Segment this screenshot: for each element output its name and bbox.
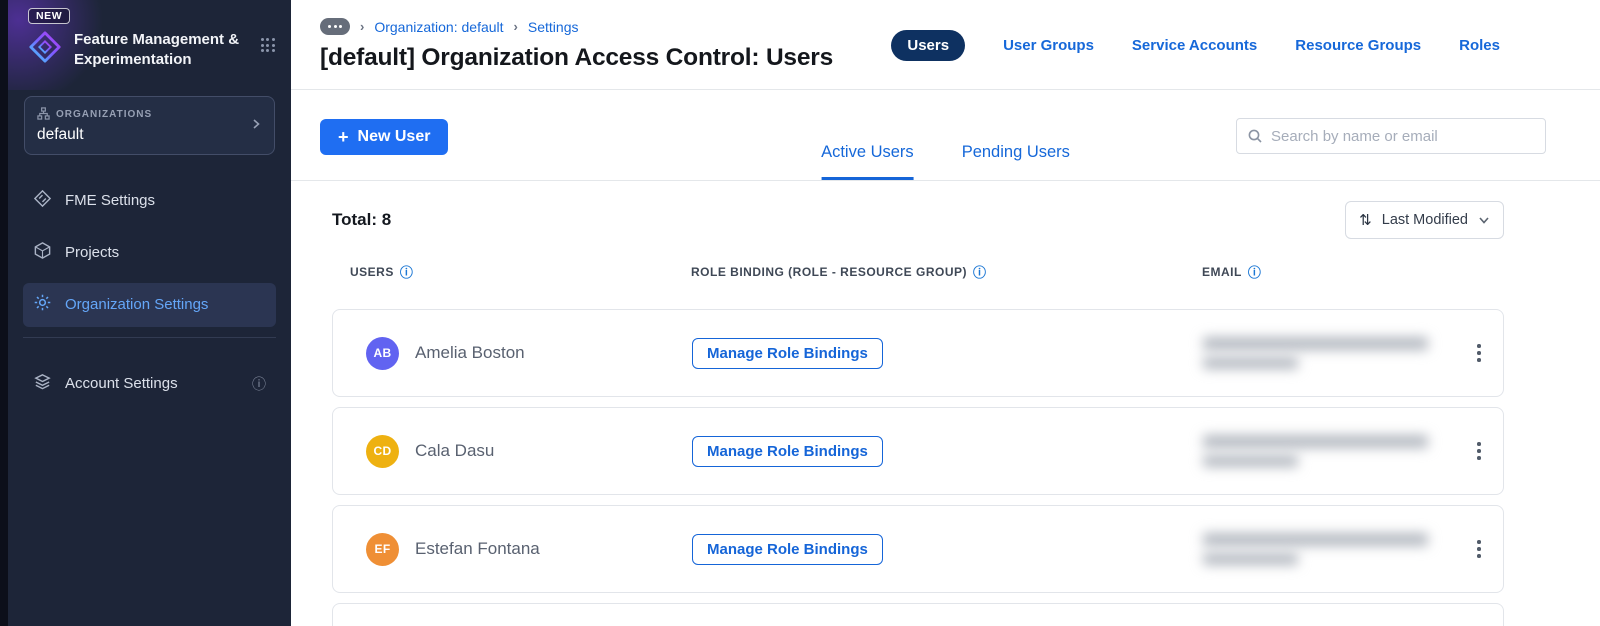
user-name: Amelia Boston [415, 343, 525, 362]
sidebar-item-fme-settings[interactable]: FME Settings [23, 179, 276, 223]
avatar: EF [366, 532, 399, 566]
search-icon [1248, 129, 1262, 143]
table-row-partial [332, 603, 1504, 626]
kebab-menu-icon[interactable] [1471, 534, 1487, 564]
window-edge-strip [0, 0, 8, 626]
chevron-down-icon [1479, 217, 1489, 224]
kebab-menu-icon[interactable] [1471, 338, 1487, 368]
user-name: Estefan Fontana [415, 539, 540, 558]
projects-icon [33, 241, 52, 264]
sidebar-item-account-settings[interactable]: Account Settings ⓘ [23, 362, 276, 406]
sort-dropdown-value: Last Modified [1381, 212, 1468, 228]
toolbar: + New User Active Users Pending Users [291, 90, 1600, 181]
chevron-right-icon: › [360, 19, 365, 34]
email-redacted [1203, 337, 1455, 369]
layers-icon [33, 372, 52, 395]
tab-pending-users[interactable]: Pending Users [962, 143, 1070, 180]
app-title: Feature Management & Experimentation [74, 31, 240, 68]
sidebar-item-label: Organization Settings [65, 296, 209, 314]
sidebar-item-organization-settings[interactable]: Organization Settings [23, 282, 276, 327]
table-row: CD Cala Dasu Manage Role Bindings [332, 407, 1504, 495]
sidebar-divider [23, 336, 276, 338]
sidebar-header: NEW Feature Management & Experimentation [8, 0, 291, 86]
sidebar-item-projects[interactable]: Projects [23, 231, 276, 275]
manage-role-bindings-button[interactable]: Manage Role Bindings [692, 337, 883, 369]
avatar: CD [366, 434, 399, 468]
column-header-role-binding: ROLE BINDING (ROLE - RESOURCE GROUP) [691, 265, 968, 279]
info-icon[interactable]: ⓘ [252, 377, 266, 391]
info-icon[interactable]: ⓘ [400, 266, 414, 279]
org-selector-value: default [37, 125, 84, 143]
sidebar-nav: FME Settings Projects Organization Setti… [8, 179, 291, 327]
sidebar-item-label: FME Settings [65, 192, 156, 210]
manage-role-bindings-button[interactable]: Manage Role Bindings [692, 435, 883, 467]
user-name: Cala Dasu [415, 441, 495, 460]
table-row: EF Estefan Fontana Manage Role Bindings [332, 505, 1504, 593]
org-selector-label: ORGANIZATIONS [56, 109, 153, 121]
organization-selector[interactable]: ORGANIZATIONS default [24, 95, 275, 155]
email-redacted [1203, 435, 1455, 467]
main-content: › Organization: default › Settings [defa… [291, 0, 1600, 626]
tab-active-users[interactable]: Active Users [821, 143, 914, 180]
breadcrumb-ellipsis-icon[interactable] [320, 18, 350, 35]
email-redacted [1203, 533, 1455, 565]
plus-icon: + [338, 127, 349, 147]
sidebar-item-label: Account Settings [65, 375, 178, 393]
new-user-button-label: New User [357, 128, 431, 145]
access-control-tabs: Users User Groups Service Accounts Resou… [891, 30, 1500, 61]
table-header-row: USERS ⓘ ROLE BINDING (ROLE - RESOURCE GR… [332, 265, 1504, 279]
tab-resource-groups[interactable]: Resource Groups [1295, 37, 1421, 54]
total-count: Total: 8 [332, 210, 392, 229]
search-box [1236, 118, 1546, 154]
tab-user-groups[interactable]: User Groups [1003, 37, 1094, 54]
tab-service-accounts[interactable]: Service Accounts [1132, 37, 1257, 54]
apps-grid-icon[interactable] [260, 38, 275, 53]
new-badge: NEW [28, 8, 71, 24]
sort-arrows-icon: ⇅ [1359, 212, 1372, 229]
new-user-button[interactable]: + New User [320, 119, 449, 155]
kebab-menu-icon[interactable] [1471, 436, 1487, 466]
avatar: AB [366, 336, 399, 370]
sort-dropdown[interactable]: ⇅ Last Modified [1345, 201, 1504, 239]
breadcrumb-org-link[interactable]: Organization: default [374, 19, 503, 35]
gear-icon [33, 293, 52, 316]
chevron-right-icon [250, 117, 262, 133]
breadcrumb-settings-link[interactable]: Settings [528, 19, 579, 35]
table-row: AB Amelia Boston Manage Role Bindings [332, 309, 1504, 397]
sidebar-item-label: Projects [65, 244, 120, 262]
tab-users[interactable]: Users [891, 30, 966, 61]
user-state-tabs: Active Users Pending Users [821, 143, 1070, 180]
chevron-right-icon: › [513, 19, 518, 34]
info-icon[interactable]: ⓘ [1248, 266, 1262, 279]
column-header-users: USERS [350, 265, 394, 279]
tab-roles[interactable]: Roles [1459, 37, 1500, 54]
search-input[interactable] [1236, 118, 1546, 154]
sidebar-nav-bottom: Account Settings ⓘ [8, 362, 291, 406]
organization-icon [37, 106, 50, 123]
manage-role-bindings-button[interactable]: Manage Role Bindings [692, 533, 883, 565]
fme-settings-icon [33, 189, 52, 212]
page-header: › Organization: default › Settings [defa… [291, 0, 1600, 90]
users-list-section: Total: 8 ⇅ Last Modified USERS ⓘ ROLE BI… [291, 181, 1600, 626]
column-header-email: EMAIL [1202, 265, 1242, 279]
info-icon[interactable]: ⓘ [973, 266, 987, 279]
sidebar: NEW Feature Management & Experimentation [8, 0, 291, 626]
app-logo-icon [28, 30, 62, 67]
